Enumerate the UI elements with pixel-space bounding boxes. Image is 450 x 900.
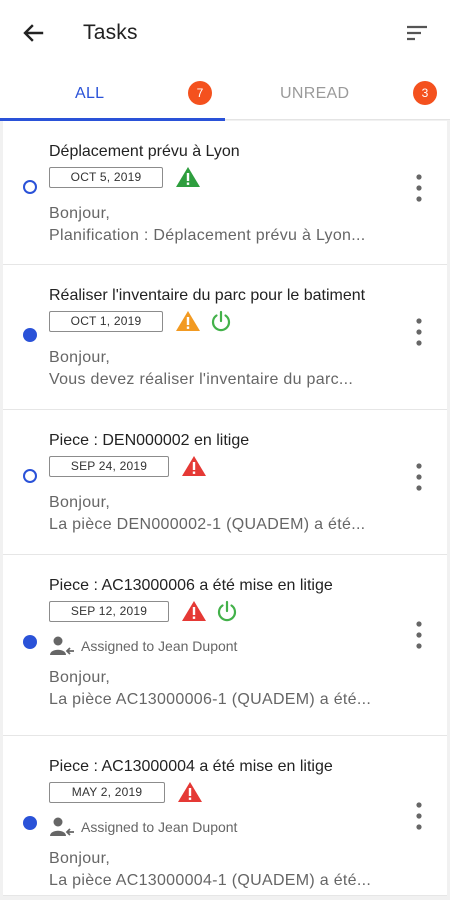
tab-unread[interactable]: UNREAD 3	[225, 66, 450, 120]
unread-indicator-dot	[23, 635, 37, 649]
page-title: Tasks	[83, 21, 138, 44]
more-options-icon[interactable]	[407, 315, 431, 349]
tab-all-label: ALL	[75, 85, 105, 102]
more-options-icon[interactable]	[407, 171, 431, 205]
task-title: Déplacement prévu à Lyon	[49, 143, 240, 160]
tab-all-count-badge: 7	[188, 81, 212, 105]
more-options-icon[interactable]	[407, 618, 431, 652]
warning-triangle-icon	[175, 166, 201, 188]
task-body-preview: La pièce AC13000004-1 (QUADEM) a été...	[49, 872, 372, 889]
task-date: MAY 2, 2019	[49, 782, 165, 803]
warning-triangle-icon	[181, 455, 207, 477]
task-card[interactable]: Déplacement prévu à Lyon OCT 5, 2019 Bonjo…	[3, 121, 447, 265]
warning-triangle-icon	[175, 310, 201, 332]
task-card[interactable]: Piece : AC13000006 a été mise en litige S…	[3, 555, 447, 736]
back-arrow-icon[interactable]	[18, 18, 48, 48]
task-date: OCT 5, 2019	[49, 167, 163, 188]
task-body-preview: Vous devez réaliser l'inventaire du parc…	[49, 371, 354, 388]
assignee-label: Assigned to Jean Dupont	[81, 638, 238, 654]
unread-indicator-dot	[23, 816, 37, 830]
unread-indicator-dot	[23, 328, 37, 342]
unread-indicator-dot	[23, 180, 37, 194]
tab-bar: ALL 7 UNREAD 3	[0, 66, 450, 121]
task-title: Piece : AC13000006 a été mise en litige	[49, 577, 333, 594]
task-body-greeting: Bonjour,	[49, 205, 111, 222]
task-body-preview: Planification : Déplacement prévu à Lyon…	[49, 227, 366, 244]
task-card[interactable]: Piece : AC13000004 a été mise en litige M…	[3, 736, 447, 896]
task-card[interactable]: Réaliser l'inventaire du parc pour le ba…	[3, 265, 447, 410]
more-options-icon[interactable]	[407, 460, 431, 494]
task-body-preview: La pièce DEN000002-1 (QUADEM) a été...	[49, 516, 366, 533]
sort-icon[interactable]	[402, 18, 432, 48]
more-options-icon[interactable]	[407, 799, 431, 833]
warning-triangle-icon	[177, 781, 203, 803]
power-icon	[209, 309, 233, 333]
assignee-label: Assigned to Jean Dupont	[81, 819, 238, 835]
tab-unread-count-badge: 3	[413, 81, 437, 105]
warning-triangle-icon	[181, 600, 207, 622]
task-card[interactable]: Piece : DEN000002 en litige SEP 24, 2019 B…	[3, 410, 447, 555]
task-title: Réaliser l'inventaire du parc pour le ba…	[49, 287, 366, 304]
unread-indicator-dot	[23, 469, 37, 483]
task-date: SEP 24, 2019	[49, 456, 169, 477]
task-title: Piece : AC13000004 a été mise en litige	[49, 758, 333, 775]
power-icon	[215, 599, 239, 623]
assigned-user-icon	[49, 816, 75, 838]
task-body-greeting: Bonjour,	[49, 669, 111, 686]
app-bar: Tasks	[0, 0, 450, 66]
task-date: OCT 1, 2019	[49, 311, 163, 332]
task-body-greeting: Bonjour,	[49, 850, 111, 867]
tab-all[interactable]: ALL 7	[0, 66, 225, 121]
tab-unread-label: UNREAD	[280, 85, 350, 102]
task-body-greeting: Bonjour,	[49, 494, 111, 511]
task-body-preview: La pièce AC13000006-1 (QUADEM) a été...	[49, 691, 372, 708]
assigned-user-icon	[49, 635, 75, 657]
task-body-greeting: Bonjour,	[49, 349, 111, 366]
task-assignee: Assigned to Jean Dupont	[49, 816, 349, 838]
task-assignee: Assigned to Jean Dupont	[49, 635, 349, 657]
task-title: Piece : DEN000002 en litige	[49, 432, 250, 449]
task-date: SEP 12, 2019	[49, 601, 169, 622]
